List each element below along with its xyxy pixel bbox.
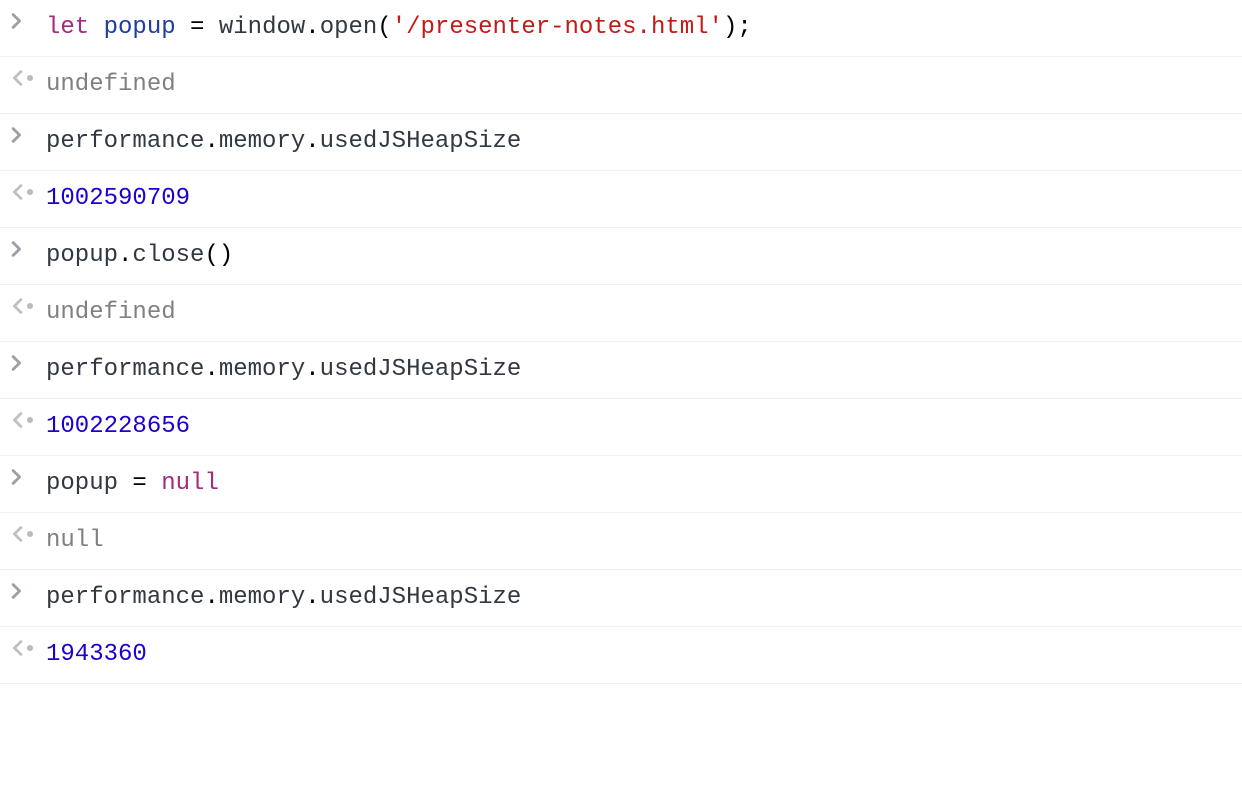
console-input-code[interactable]: performance.memory.usedJSHeapSize xyxy=(46,580,1234,616)
console-input-row[interactable]: popup = null xyxy=(0,456,1242,513)
code-token: performance xyxy=(46,128,204,155)
code-token: . xyxy=(305,14,319,41)
console-input-icon xyxy=(10,582,24,600)
console-output-icon xyxy=(10,183,33,201)
code-token xyxy=(89,14,103,41)
console-output-value[interactable]: 1002228656 xyxy=(46,409,1234,445)
console-input-code[interactable]: performance.memory.usedJSHeapSize xyxy=(46,124,1234,160)
code-token: null xyxy=(161,470,219,497)
code-token: undefined xyxy=(46,71,176,98)
code-token: memory xyxy=(219,128,305,155)
console-input-code[interactable]: performance.memory.usedJSHeapSize xyxy=(46,352,1234,388)
code-token: ( xyxy=(377,14,391,41)
code-token: popup xyxy=(104,14,176,41)
console-gutter xyxy=(10,637,46,657)
console-output-icon xyxy=(10,639,33,657)
console-output-row[interactable]: undefined xyxy=(0,285,1242,342)
code-token: let xyxy=(46,14,89,41)
code-token: performance xyxy=(46,584,204,611)
console-output-row[interactable]: 1002228656 xyxy=(0,399,1242,456)
console-gutter xyxy=(10,409,46,429)
code-token: . xyxy=(204,128,218,155)
code-token: open xyxy=(320,14,378,41)
console-input-row[interactable]: popup.close() xyxy=(0,228,1242,285)
console-input-code[interactable]: let popup = window.open('/presenter-note… xyxy=(46,10,1234,46)
code-token: = xyxy=(132,470,146,497)
code-token: 1002590709 xyxy=(46,185,190,212)
code-token: ); xyxy=(723,14,752,41)
console-output-icon xyxy=(10,297,33,315)
devtools-console[interactable]: let popup = window.open('/presenter-note… xyxy=(0,0,1242,684)
console-gutter xyxy=(10,295,46,315)
code-token: '/presenter-notes.html' xyxy=(392,14,723,41)
console-input-row[interactable]: let popup = window.open('/presenter-note… xyxy=(0,0,1242,57)
code-token: . xyxy=(305,584,319,611)
console-output-value[interactable]: undefined xyxy=(46,295,1234,331)
code-token: . xyxy=(305,356,319,383)
code-token: = xyxy=(190,14,204,41)
console-output-row[interactable]: null xyxy=(0,513,1242,570)
console-gutter xyxy=(10,238,46,258)
code-token: undefined xyxy=(46,299,176,326)
console-input-code[interactable]: popup.close() xyxy=(46,238,1234,274)
code-token: memory xyxy=(219,356,305,383)
console-gutter xyxy=(10,523,46,543)
console-output-icon xyxy=(10,411,33,429)
code-token: 1002228656 xyxy=(46,413,190,440)
console-gutter xyxy=(10,580,46,600)
console-gutter xyxy=(10,352,46,372)
code-token: usedJSHeapSize xyxy=(320,128,522,155)
console-gutter xyxy=(10,181,46,201)
code-token xyxy=(176,14,190,41)
console-input-icon xyxy=(10,354,24,372)
console-output-value[interactable]: null xyxy=(46,523,1234,559)
console-input-row[interactable]: performance.memory.usedJSHeapSize xyxy=(0,342,1242,399)
console-gutter xyxy=(10,124,46,144)
code-token xyxy=(204,14,218,41)
console-output-row[interactable]: 1943360 xyxy=(0,627,1242,684)
console-output-value[interactable]: 1943360 xyxy=(46,637,1234,673)
console-input-row[interactable]: performance.memory.usedJSHeapSize xyxy=(0,114,1242,171)
console-output-row[interactable]: 1002590709 xyxy=(0,171,1242,228)
console-input-icon xyxy=(10,468,24,486)
code-token: null xyxy=(46,527,104,554)
console-output-value[interactable]: undefined xyxy=(46,67,1234,103)
code-token: close xyxy=(132,242,204,269)
console-input-row[interactable]: performance.memory.usedJSHeapSize xyxy=(0,570,1242,627)
code-token xyxy=(147,470,161,497)
code-token: . xyxy=(204,584,218,611)
console-input-icon xyxy=(10,12,24,30)
console-output-value[interactable]: 1002590709 xyxy=(46,181,1234,217)
console-gutter xyxy=(10,466,46,486)
console-gutter xyxy=(10,67,46,87)
console-input-icon xyxy=(10,240,24,258)
code-token: . xyxy=(305,128,319,155)
console-output-icon xyxy=(10,525,33,543)
console-output-row[interactable]: undefined xyxy=(0,57,1242,114)
code-token: usedJSHeapSize xyxy=(320,584,522,611)
code-token: window xyxy=(219,14,305,41)
code-token: popup xyxy=(46,242,118,269)
code-token: usedJSHeapSize xyxy=(320,356,522,383)
code-token: performance xyxy=(46,356,204,383)
code-token: popup xyxy=(46,470,118,497)
console-output-icon xyxy=(10,69,33,87)
console-input-code[interactable]: popup = null xyxy=(46,466,1234,502)
code-token: . xyxy=(118,242,132,269)
console-input-icon xyxy=(10,126,24,144)
code-token: 1943360 xyxy=(46,641,147,668)
console-gutter xyxy=(10,10,46,30)
code-token: memory xyxy=(219,584,305,611)
code-token: . xyxy=(204,356,218,383)
code-token xyxy=(118,470,132,497)
code-token: () xyxy=(204,242,233,269)
